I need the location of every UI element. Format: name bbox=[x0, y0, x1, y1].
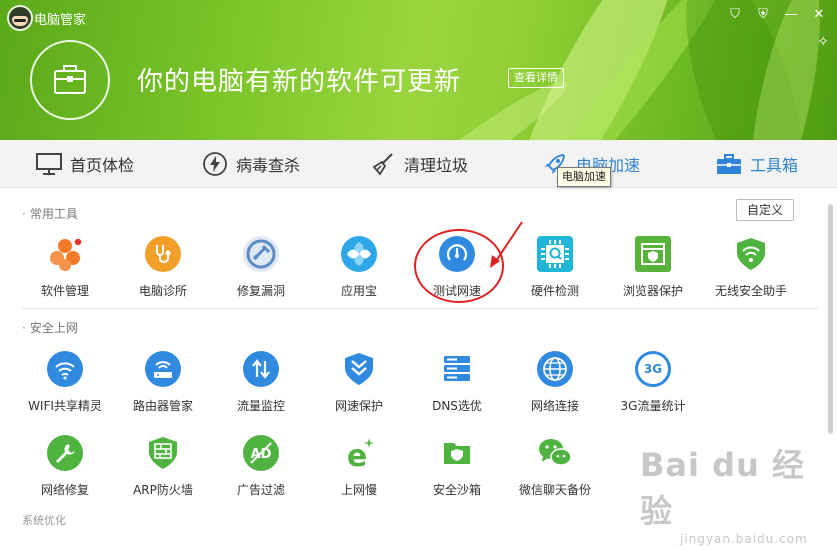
scrollbar[interactable] bbox=[828, 204, 833, 434]
lightning-icon bbox=[203, 151, 227, 176]
section-title-security: 安全上网 bbox=[22, 319, 78, 336]
wrench-icon bbox=[47, 435, 83, 471]
speedup-tooltip: 电脑加速 bbox=[557, 167, 611, 187]
tool-wechat-backup[interactable]: 微信聊天备份 bbox=[507, 435, 603, 498]
section-title-common: 常用工具 bbox=[22, 205, 78, 222]
router-icon bbox=[145, 351, 181, 387]
tool-network-connection[interactable]: 网络连接 bbox=[507, 351, 603, 414]
sandbox-icon bbox=[439, 435, 475, 471]
globe-icon bbox=[537, 351, 573, 387]
tool-wifi-share[interactable]: WIFI共享精灵 bbox=[17, 351, 113, 414]
tool-fix-vulnerability[interactable]: 修复漏洞 bbox=[213, 236, 309, 299]
firewall-icon bbox=[145, 435, 181, 471]
tool-router-manager[interactable]: 路由器管家 bbox=[115, 351, 211, 414]
section-title-optimize: 系统优化 bbox=[22, 514, 66, 527]
tool-software-management[interactable]: 软件管理 bbox=[17, 236, 113, 299]
monitor-icon bbox=[36, 152, 62, 175]
tool-wireless-security[interactable]: 无线安全助手 bbox=[703, 236, 799, 299]
close-icon[interactable]: ✕ bbox=[811, 7, 827, 23]
customize-button[interactable]: 自定义 bbox=[736, 199, 794, 221]
3g-icon: 3G bbox=[635, 351, 671, 387]
tool-slow-internet[interactable]: e 上网慢 bbox=[311, 435, 407, 498]
wifi-icon bbox=[47, 351, 83, 387]
broom-icon bbox=[372, 152, 393, 176]
tool-3g-traffic[interactable]: 3G 3G流量统计 bbox=[605, 351, 701, 414]
tool-arp-firewall[interactable]: ARP防火墙 bbox=[115, 435, 211, 498]
tool-network-repair[interactable]: 网络修复 bbox=[17, 435, 113, 498]
nav-toolbox[interactable]: 工具箱 bbox=[716, 140, 798, 187]
shield-icon[interactable]: ⛉ bbox=[727, 7, 743, 23]
software-management-icon bbox=[47, 236, 83, 272]
chip-icon bbox=[537, 236, 573, 272]
app-title: 电脑管家 bbox=[34, 13, 87, 28]
tool-pc-clinic[interactable]: 电脑诊所 bbox=[115, 236, 211, 299]
tool-traffic-monitor[interactable]: 流量监控 bbox=[213, 351, 309, 414]
tool-ad-filter[interactable]: AD 广告过滤 bbox=[213, 435, 309, 498]
browser-shield-icon bbox=[635, 236, 671, 272]
main-nav: 首页体检 病毒查杀 清理垃圾 电脑加速 工具箱 bbox=[0, 140, 837, 188]
tool-security-sandbox[interactable]: 安全沙箱 bbox=[409, 435, 505, 498]
header-banner: 电脑管家 ⛉ ⛨ — ✕ ✧ 你的电脑有新的软件可更新 查看详情 bbox=[0, 0, 837, 140]
tool-browser-protection[interactable]: 浏览器保护 bbox=[605, 236, 701, 299]
wechat-icon bbox=[537, 435, 573, 471]
slow-net-icon: e bbox=[341, 435, 377, 471]
ad-block-icon: AD bbox=[243, 435, 279, 471]
stethoscope-icon bbox=[145, 236, 181, 272]
repair-icon bbox=[243, 236, 279, 272]
tool-dns-optimize[interactable]: DNS选优 bbox=[409, 351, 505, 414]
baidu-watermark: Bai du 经验 jingyan.baidu.com bbox=[640, 446, 808, 546]
app-logo bbox=[7, 5, 33, 31]
view-details-button[interactable]: 查看详情 bbox=[508, 68, 564, 88]
tool-app-store[interactable]: 应用宝 bbox=[311, 236, 407, 299]
skin-icon[interactable]: ⛨ bbox=[755, 7, 771, 23]
dns-icon bbox=[439, 351, 475, 387]
nav-virus-scan[interactable]: 病毒查杀 bbox=[202, 140, 300, 187]
annotation-arrow bbox=[490, 221, 523, 268]
tool-speed-protection[interactable]: 网速保护 bbox=[311, 351, 407, 414]
nav-clean-junk[interactable]: 清理垃圾 bbox=[370, 140, 468, 187]
svg-text:e: e bbox=[347, 439, 367, 471]
minimize-icon[interactable]: — bbox=[783, 7, 799, 23]
wifi-shield-icon bbox=[733, 236, 769, 272]
sparkle-icon[interactable]: ✧ bbox=[817, 34, 829, 50]
speed-protect-icon bbox=[341, 351, 377, 387]
app-store-icon bbox=[341, 236, 377, 272]
window-controls: ⛉ ⛨ — ✕ bbox=[727, 7, 827, 23]
section-divider bbox=[22, 308, 818, 309]
toolbox-hero-icon bbox=[30, 40, 110, 120]
nav-home-check[interactable]: 首页体检 bbox=[36, 140, 134, 187]
update-message: 你的电脑有新的软件可更新 bbox=[137, 67, 462, 97]
toolbox-icon bbox=[717, 153, 741, 174]
traffic-icon bbox=[243, 351, 279, 387]
